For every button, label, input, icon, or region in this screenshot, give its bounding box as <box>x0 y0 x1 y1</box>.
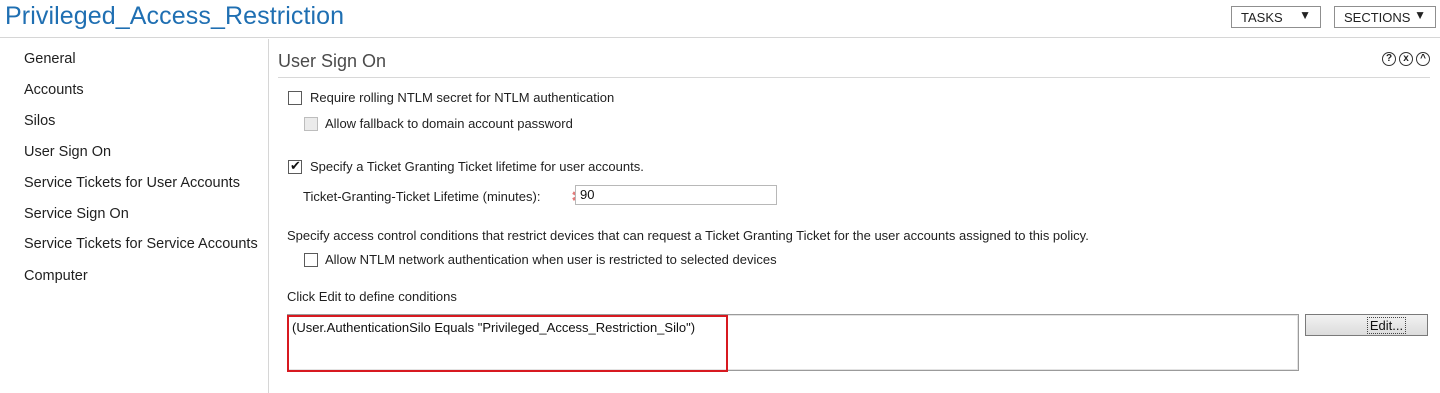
tgt-lifetime-input[interactable]: 90 <box>575 185 777 205</box>
sidebar-item-silos[interactable]: Silos <box>24 113 55 129</box>
sidebar-item-service-tickets-service-accounts[interactable]: Service Tickets for Service Accounts <box>24 236 258 252</box>
tgt-lifetime-checkbox-label: Specify a Ticket Granting Ticket lifetim… <box>310 159 644 174</box>
ntlm-rolling-checkbox[interactable] <box>288 91 302 105</box>
chevron-down-icon: ▼ <box>1299 8 1311 22</box>
click-edit-instruction: Click Edit to define conditions <box>287 289 457 304</box>
fallback-checkbox[interactable] <box>304 117 318 131</box>
user-sign-on-panel: User Sign On ? x ^ Require rolling NTLM … <box>270 39 1440 393</box>
help-icon[interactable]: ? <box>1382 52 1396 66</box>
section-divider <box>278 77 1430 78</box>
sections-label: SECTIONS <box>1344 9 1411 25</box>
section-title: User Sign On <box>278 51 387 71</box>
sidebar-item-service-sign-on[interactable]: Service Sign On <box>24 206 129 222</box>
allow-ntlm-label: Allow NTLM network authentication when u… <box>325 252 777 267</box>
section-controls: ? x ^ <box>1382 52 1430 66</box>
tgt-lifetime-checkbox[interactable] <box>288 158 302 174</box>
tasks-dropdown[interactable]: TASKS ▼ <box>1231 6 1321 28</box>
allow-ntlm-checkbox[interactable] <box>304 253 318 267</box>
tgt-lifetime-field-label: Ticket-Granting-Ticket Lifetime (minutes… <box>303 189 541 204</box>
sidebar-item-computer[interactable]: Computer <box>24 268 88 284</box>
page-title: Privileged_Access_Restriction <box>5 2 345 30</box>
sidebar-item-general[interactable]: General <box>24 51 76 67</box>
sections-dropdown[interactable]: SECTIONS ▼ <box>1334 6 1436 28</box>
collapse-icon[interactable]: ^ <box>1416 52 1430 66</box>
chevron-down-icon: ▼ <box>1414 8 1426 22</box>
ntlm-rolling-label: Require rolling NTLM secret for NTLM aut… <box>310 90 615 105</box>
edit-button-label: Edit... <box>1366 316 1407 334</box>
access-control-description: Specify access control conditions that r… <box>287 228 1089 243</box>
page-header: Privileged_Access_Restriction TASKS ▼ SE… <box>0 0 1440 38</box>
sidebar-item-accounts[interactable]: Accounts <box>24 82 84 98</box>
fallback-label: Allow fallback to domain account passwor… <box>325 116 573 131</box>
highlight-annotation <box>287 315 728 372</box>
sidebar-nav: General Accounts Silos User Sign On Serv… <box>0 39 269 393</box>
sidebar-item-service-tickets-user-accounts[interactable]: Service Tickets for User Accounts <box>24 175 240 191</box>
close-icon[interactable]: x <box>1399 52 1413 66</box>
sidebar-item-user-sign-on[interactable]: User Sign On <box>24 144 111 160</box>
edit-conditions-button[interactable]: Edit... <box>1305 314 1428 336</box>
tasks-label: TASKS <box>1241 9 1283 25</box>
